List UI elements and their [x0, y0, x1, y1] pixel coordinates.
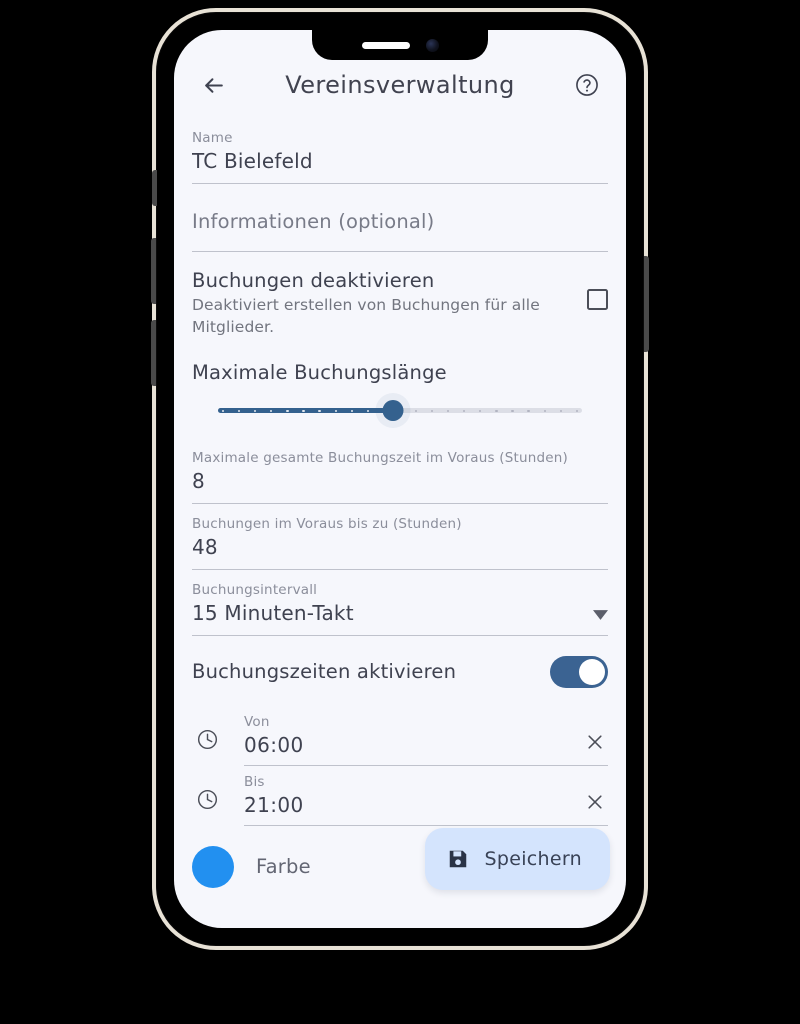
arrow-left-icon	[204, 77, 223, 93]
booking-interval-label: Buchungsintervall	[192, 581, 318, 598]
page-title: Vereinsverwaltung	[285, 71, 515, 99]
name-field-value: TC Bielefeld	[192, 149, 313, 173]
time-to-label: Bis	[244, 773, 265, 790]
back-button[interactable]	[192, 64, 234, 106]
close-icon	[588, 735, 602, 749]
clock-icon	[197, 730, 217, 750]
time-from-row[interactable]: Von 06:00	[192, 706, 608, 766]
booking-interval-value: 15 Minuten-Takt	[192, 600, 354, 625]
close-icon	[588, 795, 602, 809]
app-content: Vereinsverwaltung Name TC Bielefeld Info…	[174, 30, 626, 928]
volume-up-button[interactable]	[151, 238, 156, 304]
settings-form: Name TC Bielefeld Informationen (optiona…	[192, 118, 608, 928]
silent-switch-button[interactable]	[152, 170, 157, 206]
max-total-time-field[interactable]: Maximale gesamte Buchungszeit im Voraus …	[192, 438, 608, 504]
clock-icon	[197, 790, 217, 810]
booking-times-toggle[interactable]	[550, 655, 608, 688]
toggle-knob	[579, 658, 605, 685]
time-from-field[interactable]: Von 06:00	[244, 714, 608, 766]
color-label: Farbe	[256, 855, 311, 879]
name-field[interactable]: Name TC Bielefeld	[192, 118, 608, 184]
name-field-label: Name	[192, 130, 233, 146]
save-button[interactable]: Speichern	[424, 828, 610, 890]
color-swatch[interactable]	[192, 845, 234, 888]
max-total-time-value: 8	[192, 468, 205, 493]
booking-interval-row: 15 Minuten-Takt	[192, 601, 608, 628]
volume-down-button[interactable]	[151, 320, 156, 386]
time-to-clock-button[interactable]	[192, 785, 222, 815]
advance-booking-value: 48	[192, 534, 218, 559]
advance-booking-field[interactable]: Buchungen im Voraus bis zu (Stunden) 48	[192, 504, 608, 570]
max-total-time-label: Maximale gesamte Buchungszeit im Voraus …	[192, 449, 568, 466]
booking-interval-field[interactable]: Buchungsintervall 15 Minuten-Takt	[192, 570, 608, 636]
power-button[interactable]	[644, 256, 649, 352]
time-to-value: 21:00	[244, 792, 304, 817]
time-from-value: 06:00	[244, 732, 304, 757]
information-field-placeholder: Informationen (optional)	[192, 210, 435, 233]
phone-screen: Vereinsverwaltung Name TC Bielefeld Info…	[174, 30, 626, 928]
deactivate-bookings-description: Deaktiviert erstellen von Buchungen für …	[192, 296, 540, 337]
time-to-texts: Bis 21:00	[244, 774, 582, 817]
time-to-clear-button[interactable]	[582, 789, 608, 815]
booking-times-label: Buchungszeiten aktivieren	[192, 660, 457, 684]
time-to-row[interactable]: Bis 21:00	[192, 766, 608, 826]
save-floppy-icon	[449, 850, 466, 868]
help-button[interactable]	[566, 64, 608, 106]
help-circle-icon	[576, 74, 598, 96]
booking-times-row[interactable]: Buchungszeiten aktivieren	[192, 636, 608, 706]
time-from-clear-button[interactable]	[582, 729, 608, 755]
deactivate-bookings-checkbox[interactable]	[587, 289, 608, 310]
deactivate-bookings-title: Buchungen deaktivieren	[192, 269, 435, 292]
time-from-clock-button[interactable]	[192, 725, 222, 755]
save-button-label: Speichern	[484, 848, 582, 870]
deactivate-bookings-row[interactable]: Buchungen deaktivieren Deaktiviert erste…	[192, 252, 608, 349]
device-notch	[312, 30, 488, 60]
time-to-field[interactable]: Bis 21:00	[244, 774, 608, 826]
front-camera-icon	[425, 38, 439, 52]
time-from-label: Von	[244, 713, 270, 730]
max-booking-length-title: Maximale Buchungslänge	[192, 360, 447, 384]
time-from-texts: Von 06:00	[244, 714, 582, 757]
phone-device-frame: Vereinsverwaltung Name TC Bielefeld Info…	[151, 8, 649, 950]
slider-thumb[interactable]	[382, 400, 404, 422]
deactivate-bookings-texts: Buchungen deaktivieren Deaktiviert erste…	[192, 269, 587, 339]
speaker-grille-icon	[361, 41, 410, 49]
max-booking-length-slider[interactable]	[218, 384, 582, 438]
chevron-down-icon	[593, 610, 608, 620]
information-field[interactable]: Informationen (optional)	[192, 184, 608, 252]
advance-booking-label: Buchungen im Voraus bis zu (Stunden)	[192, 515, 462, 532]
booking-interval-dropdown-button[interactable]	[583, 605, 608, 624]
